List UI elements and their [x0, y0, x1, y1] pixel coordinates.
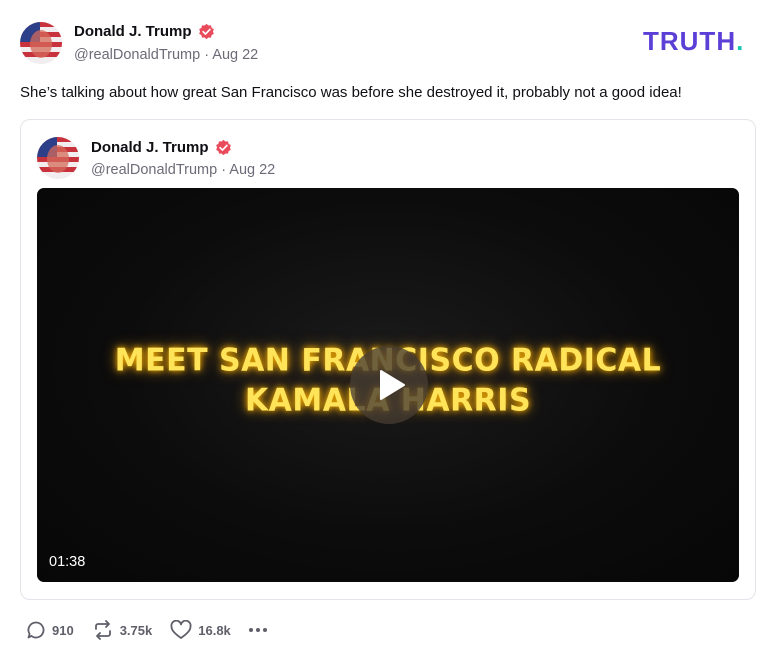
- post-text: She’s talking about how great San Franci…: [20, 84, 682, 101]
- author-name[interactable]: Donald J. Trump: [74, 23, 192, 40]
- play-button[interactable]: [350, 346, 428, 424]
- retruth-icon: [94, 620, 111, 640]
- more-dot: [262, 628, 267, 632]
- like-button[interactable]: 16.8k: [170, 620, 231, 640]
- retruth-button[interactable]: 3.75k: [92, 620, 153, 640]
- quoted-author-name[interactable]: Donald J. Trump: [91, 139, 209, 156]
- quoted-author-name-row: Donald J. Trump: [91, 139, 232, 156]
- verified-badge-icon: [215, 139, 231, 156]
- reply-icon: [27, 621, 45, 639]
- reply-button[interactable]: 910: [26, 620, 74, 640]
- more-icon[interactable]: [248, 628, 267, 632]
- reply-count: 910: [52, 622, 74, 638]
- like-count: 16.8k: [198, 622, 231, 638]
- truth-logo[interactable]: TRUTH.: [643, 28, 744, 54]
- retruth-count: 3.75k: [119, 622, 153, 638]
- author-name-row: Donald J. Trump: [74, 23, 215, 40]
- post-meta[interactable]: @realDonaldTrump · Aug 22: [74, 47, 258, 63]
- video-player[interactable]: MEET SAN FRANCISCO RADICAL KAMALA HARRIS…: [37, 188, 739, 582]
- author-avatar[interactable]: [20, 22, 62, 64]
- action-bar: 910 3.75k 16.8k: [26, 620, 267, 640]
- video-duration: 01:38: [49, 554, 86, 570]
- play-icon: [380, 370, 405, 400]
- quoted-author-avatar[interactable]: [37, 137, 79, 179]
- quoted-post-meta[interactable]: @realDonaldTrump · Aug 22: [91, 162, 275, 178]
- more-dot: [255, 628, 260, 632]
- verified-badge-icon: [198, 23, 214, 40]
- like-icon: [170, 620, 192, 639]
- more-dot: [248, 628, 253, 632]
